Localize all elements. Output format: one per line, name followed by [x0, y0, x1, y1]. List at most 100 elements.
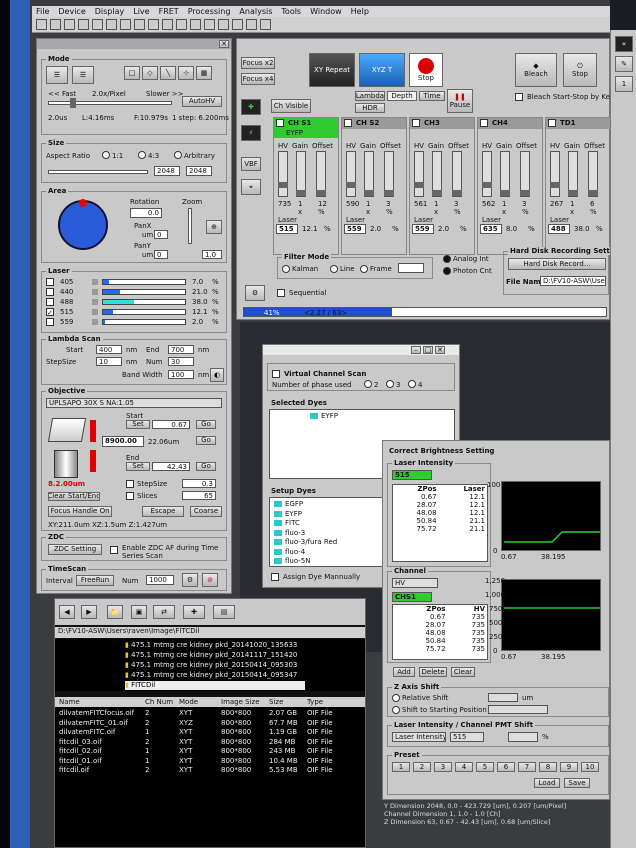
- menu-file[interactable]: File: [36, 7, 49, 16]
- tree-item[interactable]: ▮ 475.1 mtmg cre kidney pkd_20150414_095…: [125, 671, 305, 680]
- preset-button[interactable]: 9: [560, 762, 578, 772]
- column-header[interactable]: Mode: [179, 698, 198, 706]
- sequential-checkbox[interactable]: [277, 289, 285, 297]
- table-row[interactable]: 75.72 735: [393, 645, 487, 653]
- laser-slider[interactable]: [92, 309, 98, 315]
- preset-button[interactable]: 7: [518, 762, 536, 772]
- phase-2-radio[interactable]: [364, 380, 372, 388]
- preset-button[interactable]: 10: [581, 762, 599, 772]
- z-stepsize-checkbox[interactable]: [126, 480, 134, 488]
- column-header[interactable]: Size: [269, 698, 283, 706]
- hdr-button[interactable]: HDR: [355, 103, 385, 113]
- tool-icon-7[interactable]: [204, 19, 215, 30]
- scan-tool-5[interactable]: ▦: [196, 66, 212, 80]
- laser-checkbox[interactable]: [46, 288, 54, 296]
- preset-button[interactable]: 8: [539, 762, 557, 772]
- laser-slider[interactable]: [92, 319, 98, 325]
- file-row[interactable]: fitcdil_01.oif 1 XYT 800*800 10.4 MB OIF File: [55, 757, 365, 766]
- menu-live[interactable]: Live: [133, 7, 149, 16]
- hv-select[interactable]: HV: [392, 578, 438, 588]
- offset-slider[interactable]: [384, 151, 394, 197]
- save-icon[interactable]: [64, 19, 75, 30]
- size-x-field[interactable]: 2048: [154, 166, 180, 176]
- timescan-config-button[interactable]: ⚙: [182, 573, 198, 587]
- channel-checkbox[interactable]: [480, 119, 488, 127]
- gain-slider[interactable]: [296, 151, 306, 197]
- menu-display[interactable]: Display: [95, 7, 125, 16]
- pen-icon[interactable]: ✎: [615, 56, 633, 72]
- path-bar[interactable]: D:\FV10-ASW\Users\raven\Image\FITCDil: [55, 627, 365, 638]
- z-stepsize-field[interactable]: 0.3: [182, 479, 216, 488]
- preset-button[interactable]: 1: [392, 762, 410, 772]
- photon-radio[interactable]: [443, 267, 451, 275]
- collapse-icon[interactable]: «: [615, 36, 633, 52]
- lambda-button[interactable]: Lambda: [355, 91, 385, 101]
- z-start-go-button[interactable]: Go: [196, 420, 216, 429]
- file-row[interactable]: fitcdil_02.oif 1 XYT 800*800 243 MB OIF File: [55, 747, 365, 756]
- shift-starting-select[interactable]: [488, 705, 548, 714]
- z-end-set-button[interactable]: Set: [126, 462, 150, 471]
- timescan-stop-button[interactable]: ⊘: [202, 573, 218, 587]
- focus-handle-button[interactable]: Focus Handle On: [48, 506, 112, 517]
- column-header[interactable]: Image Size: [221, 698, 260, 706]
- file-name-field[interactable]: D:\FV10-ASW\Use...: [540, 276, 606, 286]
- hv-slider[interactable]: [278, 151, 288, 197]
- file-row[interactable]: dilvatemFITCfocus.oif 2 XYT 800*800 2.07 GB O…: [55, 709, 365, 718]
- file-row[interactable]: fitcdil_03.oif 2 XYT 800*800 284 MB OIF File: [55, 738, 365, 747]
- gain-slider[interactable]: [432, 151, 442, 197]
- vcs-max-button[interactable]: □: [423, 346, 433, 354]
- filter-count-field[interactable]: [398, 263, 424, 273]
- folder-up-icon[interactable]: 📁: [107, 605, 123, 619]
- ratio-4-3-radio[interactable]: [138, 151, 146, 159]
- selected-dye-item[interactable]: EYFP: [310, 412, 454, 421]
- column-header[interactable]: Name: [59, 698, 80, 706]
- size-slider[interactable]: [48, 170, 148, 174]
- tool-icon-4[interactable]: [162, 19, 173, 30]
- phase-4-radio[interactable]: [408, 380, 416, 388]
- preset-load-button[interactable]: Load: [534, 778, 560, 788]
- offset-slider[interactable]: [316, 151, 326, 197]
- hv-slider[interactable]: [414, 151, 424, 197]
- scan-area-circle[interactable]: [58, 199, 108, 250]
- preset-button[interactable]: 4: [455, 762, 473, 772]
- pany-field[interactable]: 0: [154, 250, 168, 259]
- panel-close-button[interactable]: ✕: [219, 40, 229, 48]
- channel-header[interactable]: CH4: [478, 118, 542, 129]
- lambda-end-field[interactable]: 700: [168, 345, 194, 354]
- frame-radio[interactable]: [360, 265, 368, 273]
- z-slices-checkbox[interactable]: [126, 492, 134, 500]
- z-start-set-button[interactable]: Set: [126, 420, 150, 429]
- channel-header[interactable]: CH S1: [274, 118, 338, 129]
- bandwidth-field[interactable]: 100: [168, 370, 194, 379]
- zdc-setting-button[interactable]: ZDC Setting: [48, 544, 102, 555]
- laser-checkbox[interactable]: ✓: [46, 308, 54, 317]
- laser-intensity-select[interactable]: Laser Intensity: [392, 732, 446, 742]
- scan-tool-4[interactable]: ⊹: [178, 66, 194, 80]
- channel-header[interactable]: TD1: [546, 118, 610, 129]
- rotation-field[interactable]: 0.0: [130, 208, 162, 218]
- offset-slider[interactable]: [520, 151, 530, 197]
- column-header[interactable]: Type: [307, 698, 323, 706]
- tree-item[interactable]: ▮ 475.1 mtmg cre kidney pkd_20141117_151…: [125, 651, 305, 660]
- lambda-num-field[interactable]: 30: [168, 357, 194, 366]
- menu-help[interactable]: Help: [351, 7, 369, 16]
- mode-button-2[interactable]: ☰: [72, 66, 94, 84]
- table-row[interactable]: 28.07 12.1: [393, 501, 487, 509]
- open-icon[interactable]: [50, 19, 61, 30]
- channel-checkbox[interactable]: [344, 119, 352, 127]
- assign-checkbox[interactable]: [271, 573, 279, 581]
- zoom-slider[interactable]: [188, 208, 192, 244]
- timescan-num-field[interactable]: 1000: [146, 575, 174, 585]
- bleach-keyboard-checkbox[interactable]: [515, 93, 523, 101]
- tool-icon-10[interactable]: [246, 19, 257, 30]
- tool-icon-3[interactable]: [148, 19, 159, 30]
- tool-icon-5[interactable]: [176, 19, 187, 30]
- coarse-button[interactable]: Coarse: [190, 506, 222, 517]
- scan-tool-3[interactable]: ╲: [160, 66, 176, 80]
- z-end-field[interactable]: 42.43: [152, 462, 190, 471]
- panx-field[interactable]: 0: [154, 230, 168, 239]
- vcs-checkbox[interactable]: [272, 370, 280, 378]
- objective-select[interactable]: UPLSAPO 30X S NA:1.05: [46, 398, 222, 408]
- table-row[interactable]: 28.07 735: [393, 621, 487, 629]
- z-slices-field[interactable]: 65: [182, 491, 216, 500]
